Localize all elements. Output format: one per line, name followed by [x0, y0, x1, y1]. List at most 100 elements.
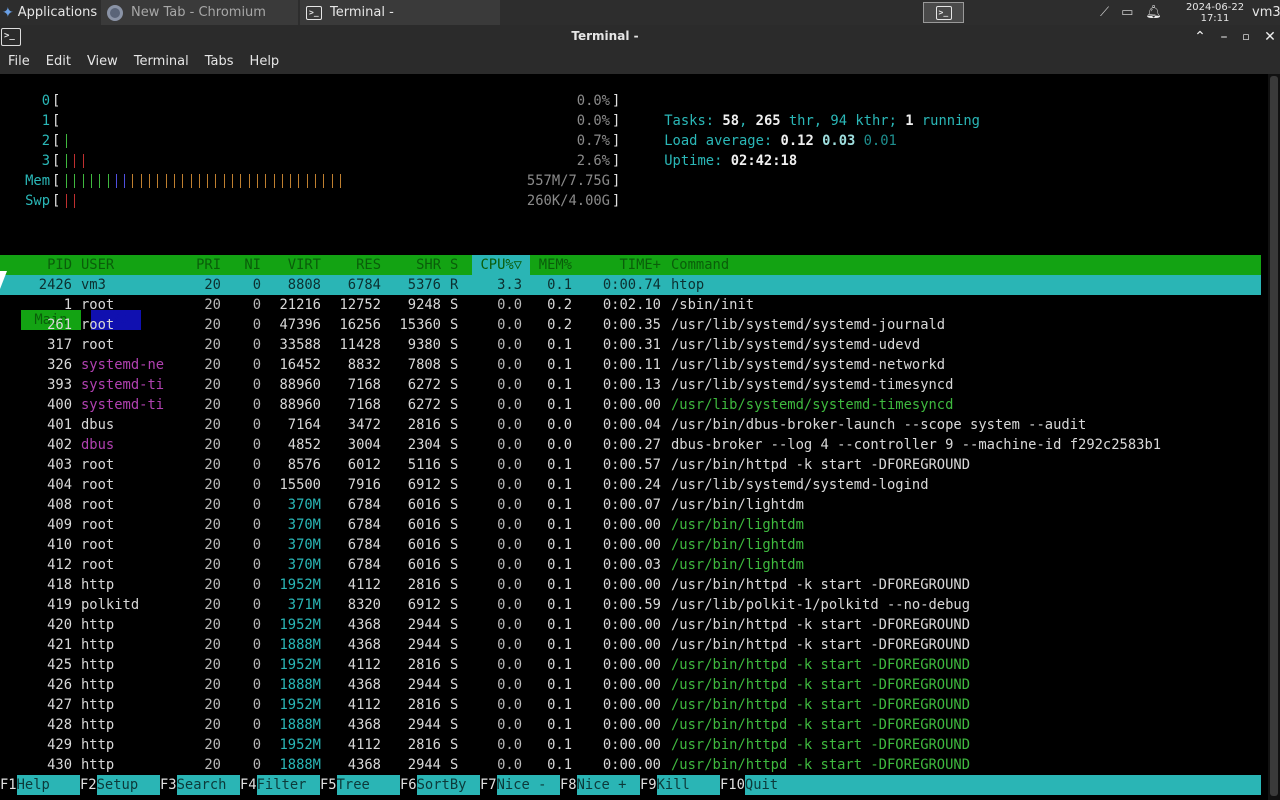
cell-res: 7168: [347, 397, 381, 413]
column-header-res[interactable]: RES: [321, 255, 381, 275]
cell-cmd: /usr/lib/polkit-1/polkitd --no-debug: [671, 597, 971, 613]
cell-virt: 1952M: [279, 617, 321, 633]
fkey-action-search[interactable]: Search: [176, 775, 240, 795]
meter-bracket-open: [: [52, 133, 61, 149]
fkey-action-sortby[interactable]: SortBy: [416, 775, 480, 795]
cell-s: S: [450, 477, 459, 493]
table-row[interactable]: 404 root 20 0 15500 7916 6912 S 0.0 0.1 0:00.24/us…: [0, 475, 1261, 495]
table-row[interactable]: 421 http 20 0 1888M 4368 2944 S 0.0 0.1 0:00.00/us…: [0, 635, 1261, 655]
cell-cpu: 0.0: [497, 697, 522, 713]
table-row[interactable]: 420 http 20 0 1952M 4368 2944 S 0.0 0.1 0:00.00/us…: [0, 615, 1261, 635]
battery-icon[interactable]: ▭: [1121, 5, 1133, 20]
fkey-f9[interactable]: F9: [640, 775, 657, 795]
maximize-chevron-icon[interactable]: ⌃: [1188, 25, 1212, 49]
table-row[interactable]: 418 http 20 0 1952M 4112 2816 S 0.0 0.1 0:00.00/us…: [0, 575, 1261, 595]
cell-mem: 0.1: [547, 757, 572, 773]
fkey-f4[interactable]: F4: [240, 775, 257, 795]
table-row[interactable]: 261 root 20 0 47396 16256 15360 S 0.0 0.2 0:00.35 /…: [0, 315, 1261, 335]
taskbar-item-terminal[interactable]: >_ Terminal -: [300, 0, 500, 25]
table-row[interactable]: 412 root 20 0 370M 6784 6016 S 0.0 0.1 0:00.03/usr…: [0, 555, 1261, 575]
table-row[interactable]: 400 systemd-ti 20 0 88960 7168 6272 S 0.0 0.1 0:00…: [0, 395, 1261, 415]
restore-button[interactable]: ▫: [1234, 25, 1258, 49]
column-header-ni[interactable]: NI: [221, 255, 261, 275]
fkey-action-filter[interactable]: Filter: [256, 775, 320, 795]
cell-cpu: 0.0: [497, 297, 522, 313]
fkey-action-nice[interactable]: Nice +: [576, 775, 640, 795]
applications-menu[interactable]: ✦ Applications ⋮: [0, 0, 98, 25]
menu-help[interactable]: Help: [242, 54, 288, 69]
meter-bracket-open: [: [52, 93, 61, 109]
notification-bell-icon[interactable]: 🔔︎: [1145, 5, 1162, 20]
fkey-action-quit[interactable]: Quit: [744, 775, 1261, 795]
table-row[interactable]: 409 root 20 0 370M 6784 6016 S 0.0 0.1 0:00.00/usr…: [0, 515, 1261, 535]
table-row[interactable]: 427 http 20 0 1952M 4112 2816 S 0.0 0.1 0:00.00/us…: [0, 695, 1261, 715]
taskbar-item-chromium[interactable]: New Tab - Chromium: [101, 0, 298, 25]
fkey-f1[interactable]: F1: [0, 775, 17, 795]
cell-shr: 2304: [407, 437, 441, 453]
fkey-f5[interactable]: F5: [320, 775, 337, 795]
cell-shr: 2944: [407, 637, 441, 653]
menu-edit[interactable]: Edit: [38, 54, 79, 69]
scrollbar-thumb[interactable]: [1270, 76, 1278, 796]
meter-tick: [215, 174, 217, 188]
column-header-s[interactable]: S: [450, 255, 464, 275]
column-header-shr[interactable]: SHR: [381, 255, 441, 275]
menu-view[interactable]: View: [79, 54, 126, 69]
table-row[interactable]: 410 root 20 0 370M 6784 6016 S 0.0 0.1 0:00.00/usr…: [0, 535, 1261, 555]
fkey-action-nice[interactable]: Nice -: [496, 775, 560, 795]
table-row[interactable]: 419 polkitd 20 0 371M 8320 6912 S 0.0 0.1 0:00.59 /…: [0, 595, 1261, 615]
fkey-f6[interactable]: F6: [400, 775, 417, 795]
column-header-pri[interactable]: PRI: [181, 255, 221, 275]
table-row[interactable]: 428 http 20 0 1888M 4368 2944 S 0.0 0.1 0:00.00/us…: [0, 715, 1261, 735]
table-row[interactable]: 408 root 20 0 370M 6784 6016 S 0.0 0.1 0:00.07/usr…: [0, 495, 1261, 515]
table-row[interactable]: 402 dbus 20 0 4852 3004 2304 S 0.0 0.0 0:00.27 dbus…: [0, 435, 1261, 455]
close-button[interactable]: ✕: [1258, 25, 1280, 49]
column-header-user[interactable]: USER: [81, 255, 181, 275]
table-row[interactable]: 393 systemd-ti 20 0 88960 7168 6272 S 0.0 0.1 0:00…: [0, 375, 1261, 395]
terminal-scrollbar[interactable]: [1268, 74, 1280, 800]
column-header-cmd[interactable]: Command: [671, 255, 1261, 275]
menu-terminal[interactable]: Terminal: [126, 54, 197, 69]
table-row[interactable]: 2426 vm3 20 0 8808 6784 5376 R 3.3 0.1 0:00.74 htop: [0, 275, 1261, 295]
taskbar-label: New Tab - Chromium: [131, 5, 266, 20]
table-row[interactable]: 403 root 20 0 8576 6012 5116 S 0.0 0.1 0:00.57/usr…: [0, 455, 1261, 475]
column-header-mem[interactable]: MEM%: [522, 255, 572, 275]
fkey-f2[interactable]: F2: [80, 775, 97, 795]
fkey-action-help[interactable]: Help: [16, 775, 80, 795]
cell-shr: 6912: [407, 477, 441, 493]
table-row[interactable]: 326 systemd-ne 20 0 16452 8832 7808 S 0.0 0.1 0:00…: [0, 355, 1261, 375]
table-row[interactable]: 429 http 20 0 1952M 4112 2816 S 0.0 0.1 0:00.00/us…: [0, 735, 1261, 755]
fkey-f3[interactable]: F3: [160, 775, 177, 795]
cell-ni: 0: [252, 637, 261, 653]
window-titlebar[interactable]: >_ Terminal - ⌃ – ▫ ✕: [0, 25, 1280, 49]
fkey-f7[interactable]: F7: [480, 775, 497, 795]
workspace-switcher[interactable]: >_: [923, 2, 964, 23]
terminal-viewport[interactable]: 0[0.0%] 1[0.0%] 2[0.7%] 3[2.6%] Mem[557M/7.7…: [0, 74, 1268, 800]
menu-tabs[interactable]: Tabs: [197, 54, 242, 69]
table-row[interactable]: 1 root 20 0 21216 12752 9248 S 0.0 0.2 0:02.10/sbi…: [0, 295, 1261, 315]
network-disconnected-icon[interactable]: ⟋: [1100, 5, 1109, 20]
table-row[interactable]: 430 http 20 0 1888M 4368 2944 S 0.0 0.1 0:00.00/us…: [0, 755, 1261, 775]
table-row[interactable]: 426 http 20 0 1888M 4368 2944 S 0.0 0.1 0:00.00/us…: [0, 675, 1261, 695]
table-row[interactable]: 317 root 20 0 33588 11428 9380 S 0.0 0.1 0:00.31/u…: [0, 335, 1261, 355]
user-menu[interactable]: vm3: [1252, 0, 1280, 25]
table-row[interactable]: 425 http 20 0 1952M 4112 2816 S 0.0 0.1 0:00.00/us…: [0, 655, 1261, 675]
column-header-cpu[interactable]: CPU%▽: [464, 255, 522, 275]
fkey-action-tree[interactable]: Tree: [336, 775, 400, 795]
fkey-f8[interactable]: F8: [560, 775, 577, 795]
fkey-action-kill[interactable]: Kill: [656, 775, 720, 795]
table-row[interactable]: 401 dbus 20 0 7164 3472 2816 S 0.0 0.0 0:00.04/usr…: [0, 415, 1261, 435]
cell-ni: 0: [252, 537, 261, 553]
fkey-action-setup[interactable]: Setup: [96, 775, 160, 795]
minimize-button[interactable]: –: [1212, 25, 1236, 49]
column-header-virt[interactable]: VIRT: [261, 255, 321, 275]
clock[interactable]: 2024-06-22 17:11: [1186, 0, 1244, 25]
fkey-f10[interactable]: F10: [720, 775, 745, 795]
column-header-time[interactable]: TIME+: [572, 255, 661, 275]
cell-time: 0:00.00: [602, 657, 661, 673]
cell-time: 0:02.10: [602, 297, 661, 313]
cpu-meter-2: 2[0.7%]: [0, 131, 625, 151]
meter-label: 0: [41, 93, 50, 109]
menu-file[interactable]: File: [0, 54, 38, 69]
column-header-pid[interactable]: PID: [0, 255, 72, 275]
